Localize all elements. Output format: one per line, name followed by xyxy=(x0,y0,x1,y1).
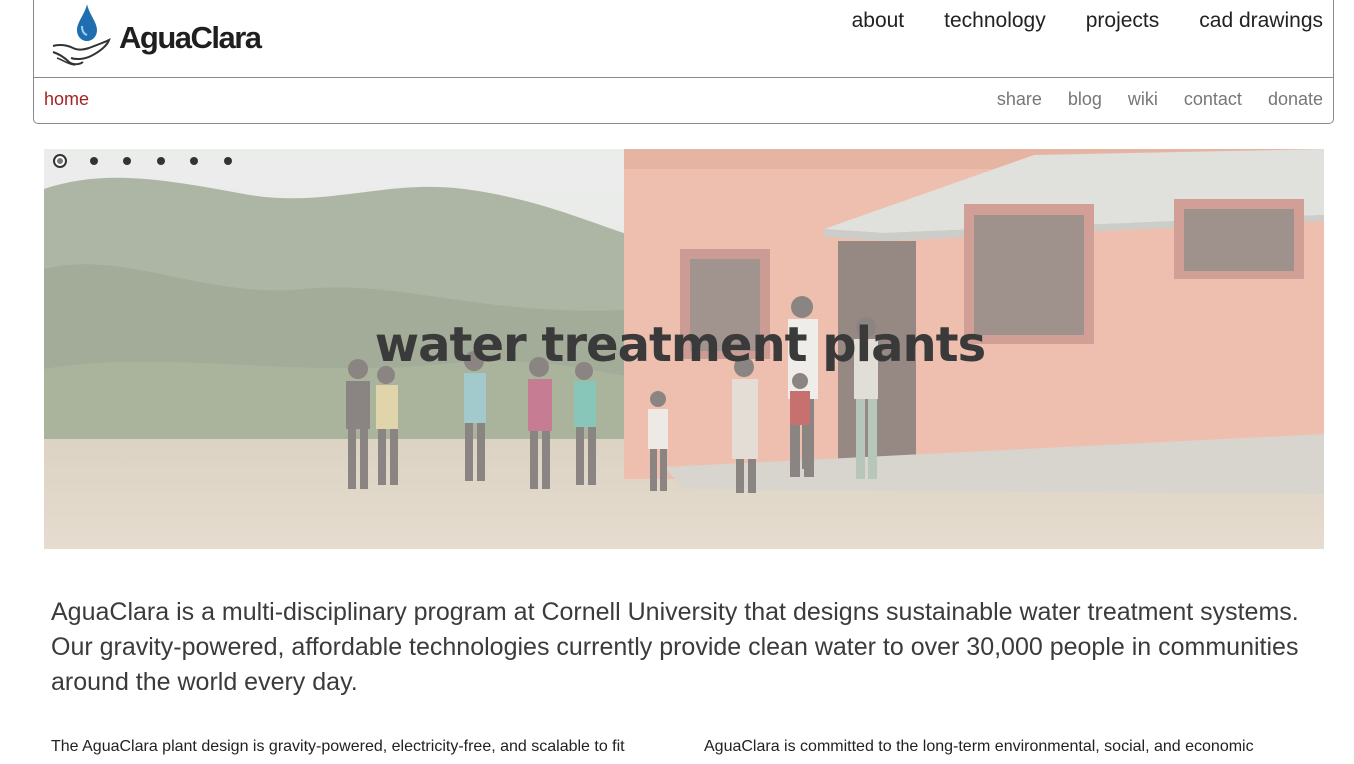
header-divider xyxy=(34,77,1333,78)
water-drop-hand-icon xyxy=(52,4,111,66)
left-column-text: The AguaClara plant design is gravity-po… xyxy=(51,738,625,755)
nav-projects[interactable]: projects xyxy=(1086,9,1160,33)
slide-dot-6[interactable] xyxy=(221,154,235,168)
slide-dot-3[interactable] xyxy=(120,154,134,168)
main-nav: about technology projects cad drawings xyxy=(852,9,1323,33)
nav-cad-drawings[interactable]: cad drawings xyxy=(1199,9,1323,33)
slide-dot-1[interactable] xyxy=(53,154,67,168)
logo-text: AguaClara xyxy=(119,20,262,55)
sub-nav: share blog wiki contact donate xyxy=(997,89,1323,110)
nav-home[interactable]: home xyxy=(44,89,89,110)
nav-blog[interactable]: blog xyxy=(1068,89,1102,110)
hero-title: water treatment plants xyxy=(374,317,986,373)
nav-share[interactable]: share xyxy=(997,89,1042,110)
intro-paragraph: AguaClara is a multi-disciplinary progra… xyxy=(51,598,1299,696)
slide-dot-2[interactable] xyxy=(87,154,101,168)
nav-donate[interactable]: donate xyxy=(1268,89,1323,110)
slide-dot-4[interactable] xyxy=(154,154,168,168)
hero-slideshow[interactable]: water treatment plants xyxy=(44,149,1324,549)
nav-technology[interactable]: technology xyxy=(944,9,1046,33)
site-header: AguaClara about technology projects cad … xyxy=(33,0,1334,124)
right-column-text: AguaClara is committed to the long-term … xyxy=(704,738,1254,755)
site-logo[interactable]: AguaClara xyxy=(49,1,264,69)
nav-wiki[interactable]: wiki xyxy=(1128,89,1158,110)
nav-about[interactable]: about xyxy=(852,9,905,33)
slide-indicators xyxy=(53,154,254,168)
slide-dot-5[interactable] xyxy=(187,154,201,168)
nav-contact[interactable]: contact xyxy=(1184,89,1242,110)
